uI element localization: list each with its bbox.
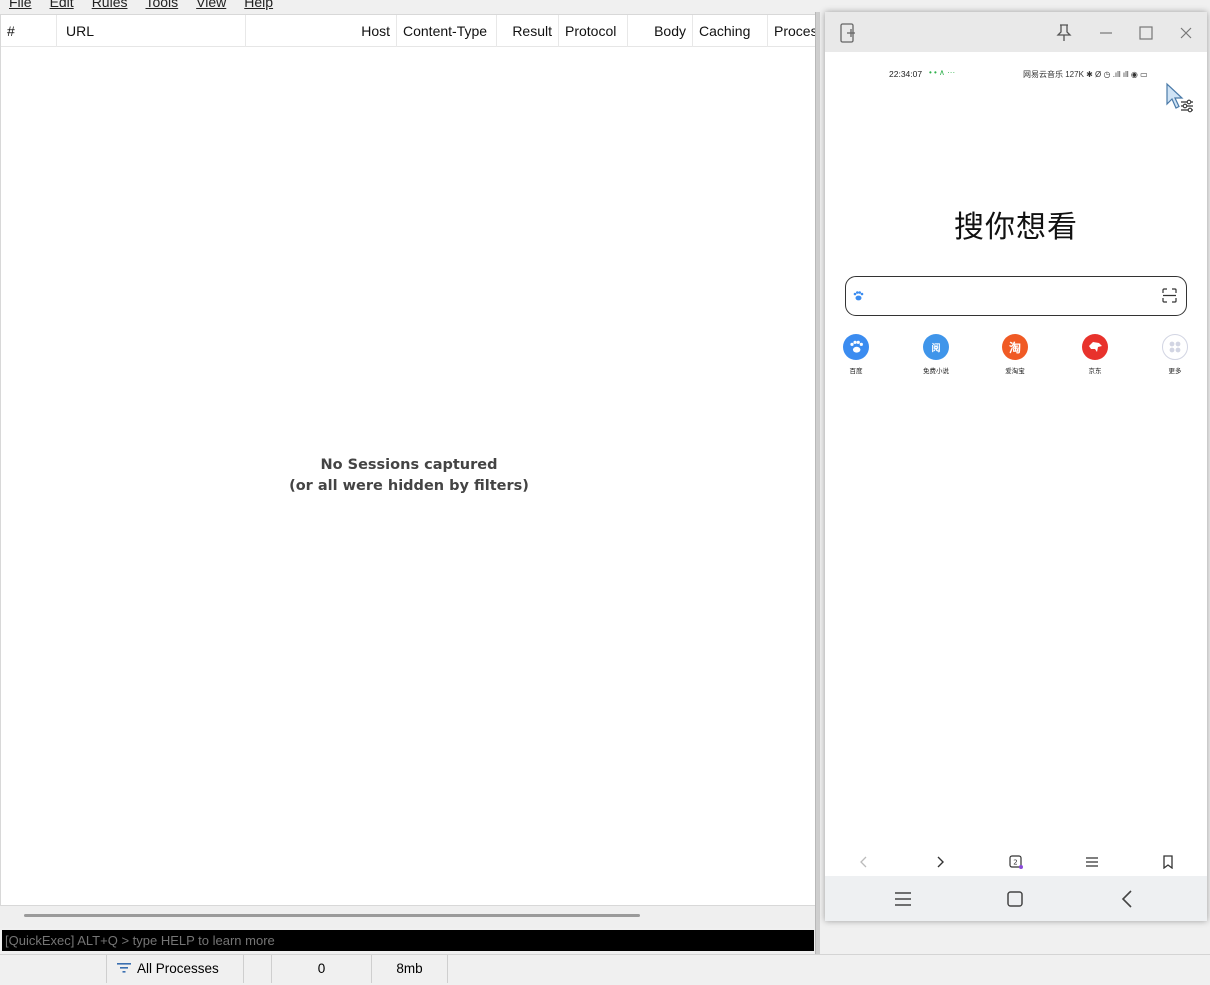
menu-lines-icon[interactable] (1082, 852, 1102, 872)
close-icon[interactable] (1175, 22, 1197, 44)
status-left-icons: • • ∧ ··· (929, 68, 956, 77)
pin-icon[interactable] (1053, 22, 1075, 44)
shortcut-label: 爱淘宝 (1005, 367, 1025, 375)
maximize-icon[interactable] (1135, 22, 1157, 44)
search-box[interactable] (845, 276, 1187, 316)
forward-icon[interactable] (930, 852, 950, 872)
shortcut-free-novels[interactable]: 阅 免费小说 (906, 334, 966, 375)
menu-view[interactable]: View (196, 0, 226, 12)
sessions-grid[interactable]: # URL Host Content-Type Result Protocol … (0, 14, 817, 906)
taobao-icon: 淘 (1002, 334, 1028, 360)
shortcut-label: 免费小说 (923, 367, 949, 375)
column-content-type[interactable]: Content-Type (397, 15, 497, 47)
search-title: 搜你想看 (954, 210, 1078, 245)
scrollbar-thumb[interactable] (24, 914, 640, 917)
shortcut-baidu[interactable]: 百度 (826, 334, 886, 375)
baidu-icon (843, 334, 869, 360)
baidu-paw-icon (853, 291, 864, 301)
shortcut-label: 百度 (849, 367, 863, 375)
column-body[interactable]: Body (628, 15, 693, 47)
column-host[interactable]: Host (246, 15, 397, 47)
tab-count: 2 (1013, 859, 1017, 867)
quickexec-input[interactable] (2, 930, 814, 951)
phone-mirror-window: 22:34:07 • • ∧ ··· 网易云音乐 127K ✱ Ø ◷ .ıll… (825, 12, 1207, 921)
column-process[interactable]: Proces (768, 15, 817, 47)
nav-back-icon[interactable] (1114, 886, 1140, 912)
book-icon: 阅 (923, 334, 949, 360)
phone-screen[interactable]: 22:34:07 • • ∧ ··· 网易云音乐 127K ✱ Ø ◷ .ıll… (825, 52, 1207, 921)
shortcut-more[interactable]: 更多 (1145, 334, 1205, 375)
pane-splitter[interactable] (815, 12, 820, 954)
home-square-icon[interactable] (1002, 886, 1028, 912)
new-window-icon[interactable] (837, 22, 859, 44)
memory-usage: 8mb (372, 955, 448, 983)
shortcut-taobao[interactable]: 淘 爱淘宝 (985, 334, 1045, 375)
status-bar: All Processes 0 8mb (0, 954, 1210, 983)
status-spacer (244, 955, 272, 983)
column-url[interactable]: URL (57, 15, 246, 47)
status-capture-cell[interactable] (0, 955, 107, 983)
back-icon[interactable] (854, 852, 874, 872)
shortcut-glyph: 阅 (931, 343, 941, 354)
column-number[interactable]: # (1, 15, 57, 47)
session-count: 0 (272, 955, 372, 983)
shortcut-label: 京东 (1088, 367, 1102, 375)
menu-edit[interactable]: Edit (50, 0, 74, 12)
empty-sessions-message: No Sessions captured (or all were hidden… (1, 455, 817, 497)
search-input[interactable] (876, 283, 1156, 309)
tabs-icon[interactable]: 2 (1006, 852, 1026, 872)
shortcut-jd[interactable]: 京东 (1065, 334, 1125, 375)
mirror-titlebar (825, 12, 1207, 52)
shortcut-glyph: 淘 (1008, 340, 1021, 355)
status-time: 22:34:07 (889, 69, 923, 79)
menu-file[interactable]: File (9, 0, 32, 12)
column-protocol[interactable]: Protocol (559, 15, 628, 47)
mouse-cursor-icon (1166, 82, 1184, 109)
column-caching[interactable]: Caching (693, 15, 768, 47)
menu-help[interactable]: Help (244, 0, 273, 12)
shortcut-row: 百度 阅 免费小说 淘 爱淘宝 京东 更多 (825, 334, 1207, 384)
minimize-icon[interactable] (1095, 22, 1117, 44)
recents-menu-icon[interactable] (890, 886, 916, 912)
status-right-info: 网易云音乐 127K ✱ Ø ◷ .ıll ıll ◉ ▭ (1023, 70, 1148, 79)
android-navigation-bar (825, 876, 1207, 921)
menu-bar: File Edit Rules Tools View Help (0, 0, 820, 12)
browser-toolbar: 2 (825, 848, 1207, 876)
empty-message-line1: No Sessions captured (320, 457, 498, 473)
more-grid-icon (1162, 334, 1188, 360)
menu-rules[interactable]: Rules (92, 0, 128, 12)
jd-dog-icon (1082, 334, 1108, 360)
process-filter[interactable]: All Processes (107, 955, 244, 983)
column-result[interactable]: Result (497, 15, 559, 47)
empty-message-line2: (or all were hidden by filters) (289, 478, 529, 494)
shortcut-label: 更多 (1168, 367, 1182, 375)
status-notification-icons: • • ∧ ··· (929, 68, 955, 77)
bookmark-icon[interactable] (1158, 852, 1178, 872)
grid-header: # URL Host Content-Type Result Protocol … (1, 15, 817, 47)
filter-icon (117, 963, 131, 974)
quickexec-bar[interactable] (2, 930, 814, 951)
horizontal-scrollbar[interactable] (0, 906, 816, 928)
process-filter-label: All Processes (137, 961, 219, 976)
scan-icon[interactable] (1162, 288, 1177, 303)
menu-tools[interactable]: Tools (145, 0, 178, 12)
